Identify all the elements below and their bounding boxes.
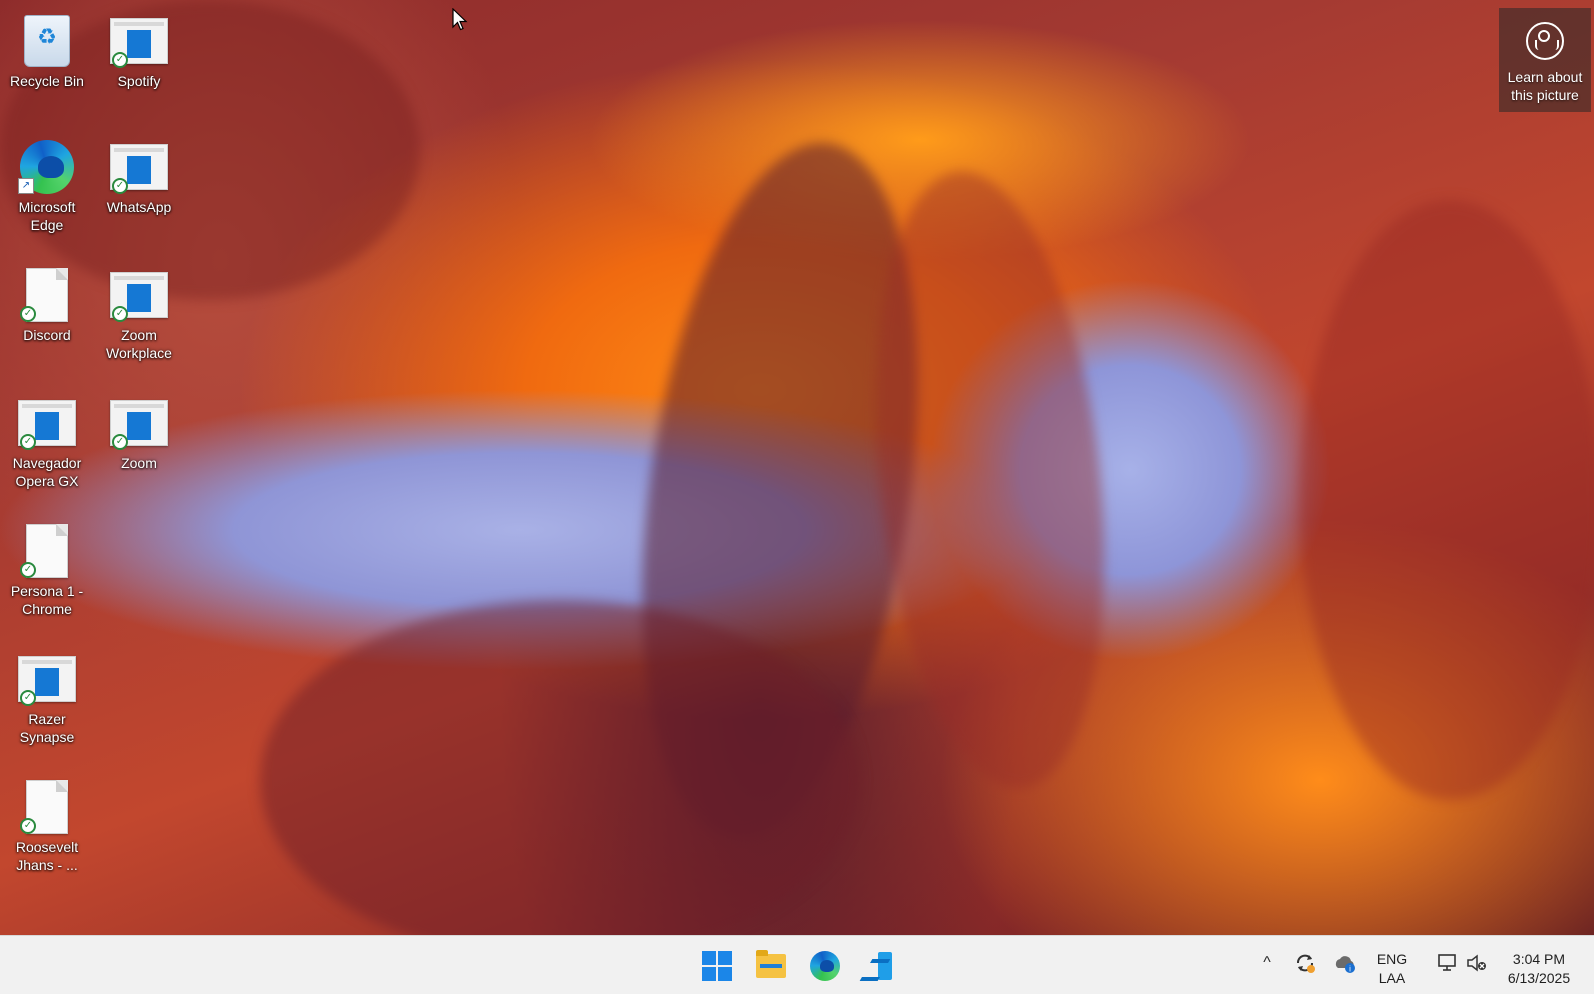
sync-check-icon: ✓ <box>20 818 36 834</box>
desktop-icon-label: Persona 1 - Chrome <box>10 583 84 617</box>
document-icon: ✓ <box>16 266 78 324</box>
sync-check-icon: ✓ <box>112 434 128 450</box>
desktop-icon-label: Navegador Opera GX <box>12 455 82 489</box>
edge-icon[interactable] <box>807 948 843 984</box>
app-icon: ✓ <box>108 266 170 324</box>
desktop-icon-navegador-opera-gx[interactable]: ✓ Navegador Opera GX <box>2 394 92 490</box>
sync-check-icon: ✓ <box>20 690 36 706</box>
start-icon[interactable] <box>699 948 735 984</box>
sync-icon[interactable] <box>1293 951 1317 975</box>
svg-text:i: i <box>1349 965 1351 974</box>
wallpaper-rock-shape <box>260 600 860 960</box>
desktop-icon-microsoft-edge[interactable]: ↗ Microsoft Edge <box>2 138 92 234</box>
desktop-icon-label: Zoom <box>121 455 157 471</box>
shortcut-arrow-icon: ↗ <box>18 178 34 194</box>
language-code: ENG <box>1376 951 1408 967</box>
desktop-icon-zoom[interactable]: ✓ Zoom <box>94 394 184 472</box>
desktop-icon-label: WhatsApp <box>106 199 172 215</box>
sync-check-icon: ✓ <box>112 306 128 322</box>
onedrive-cloud-icon[interactable]: i <box>1333 951 1357 975</box>
desktop-icon-label: Spotify <box>117 73 161 89</box>
desktop-icon-recycle-bin[interactable]: ♻ Recycle Bin <box>2 12 92 90</box>
desktop-icon-zoom-workplace[interactable]: ✓ Zoom Workplace <box>94 266 184 362</box>
edge-icon: ↗ <box>16 138 78 196</box>
app-icon: ✓ <box>16 394 78 452</box>
desktop-icon-label: Zoom Workplace <box>106 327 172 361</box>
desktop-wallpaper[interactable]: ♻ Recycle Bin ↗ Microsoft Edge ✓ Discord… <box>0 0 1594 994</box>
desktop-icon-persona-chrome[interactable]: ✓ Persona 1 - Chrome <box>2 522 92 618</box>
document-icon: ✓ <box>16 522 78 580</box>
learn-about-picture-button[interactable]: Learn about this picture <box>1499 8 1591 112</box>
document-icon: ✓ <box>16 778 78 836</box>
file-explorer-icon[interactable] <box>753 948 789 984</box>
desktop-icon-discord[interactable]: ✓ Discord <box>2 266 92 344</box>
app-icon: ✓ <box>108 394 170 452</box>
desktop-icon-razer-synapse[interactable]: ✓ Razer Synapse <box>2 650 92 746</box>
app-icon: ✓ <box>108 12 170 70</box>
camera-info-icon <box>1526 22 1564 60</box>
sync-check-icon: ✓ <box>20 434 36 450</box>
app-icon: ✓ <box>108 138 170 196</box>
app-icon: ✓ <box>16 650 78 708</box>
sync-check-icon: ✓ <box>20 306 36 322</box>
clock[interactable]: 3:04 PM 6/13/2025 <box>1500 950 1578 988</box>
desktop-icon-label: Razer Synapse <box>19 711 75 745</box>
sync-check-icon: ✓ <box>112 178 128 194</box>
mouse-cursor-icon <box>452 8 468 31</box>
language-indicator[interactable]: ENG LAA <box>1372 950 1412 988</box>
desktop-icon-label: Microsoft Edge <box>18 199 76 233</box>
desktop-icon-label: Recycle Bin <box>10 73 84 89</box>
sync-check-icon: ✓ <box>112 52 128 68</box>
wallpaper-rock-shape <box>1300 200 1594 800</box>
vscode-icon[interactable] <box>861 948 897 984</box>
recycle-bin-icon: ♻ <box>16 12 78 70</box>
learn-about-picture-label: Learn about this picture <box>1507 69 1583 103</box>
desktop-icon-roosevelt-jhans[interactable]: ✓ Roosevelt Jhans - ... <box>2 778 92 874</box>
keyboard-layout: LAA <box>1378 970 1406 986</box>
desktop-icon-label: Discord <box>23 327 71 343</box>
desktop-icon-label: Roosevelt Jhans - ... <box>15 839 79 873</box>
volume-muted-icon[interactable] <box>1465 951 1489 975</box>
clock-date: 6/13/2025 <box>1507 970 1571 986</box>
chevron-up-glyph: ^ <box>1263 954 1271 971</box>
sync-check-icon: ✓ <box>20 562 36 578</box>
desktop-icon-whatsapp[interactable]: ✓ WhatsApp <box>94 138 184 216</box>
desktop-icon-spotify[interactable]: ✓ Spotify <box>94 12 184 90</box>
network-icon[interactable] <box>1436 951 1460 975</box>
clock-time: 3:04 PM <box>1512 951 1566 967</box>
chevron-up-icon[interactable]: ^ <box>1255 951 1279 975</box>
